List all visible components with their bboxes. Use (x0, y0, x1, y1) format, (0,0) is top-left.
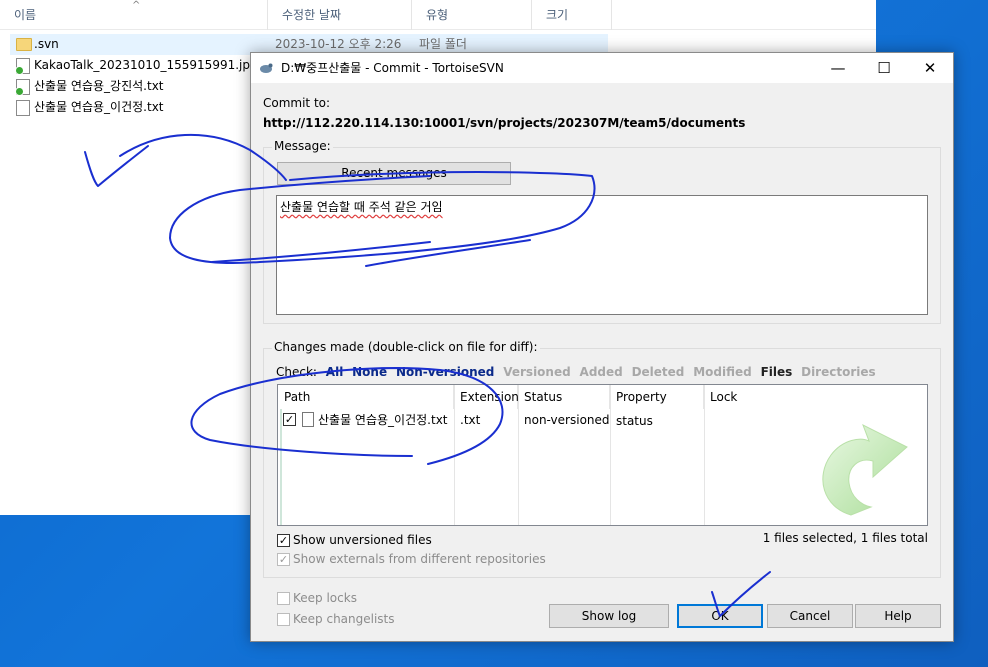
show-externals-label: Show externals from different repositori… (293, 552, 546, 566)
list-cell-extension: .txt (460, 413, 481, 427)
tree-guide-line (280, 409, 282, 525)
check-all-link[interactable]: All (326, 365, 344, 379)
list-header-path[interactable]: Path (278, 385, 454, 409)
list-header-status[interactable]: Status (518, 385, 610, 409)
list-header-property-status[interactable]: Property status (610, 385, 704, 428)
text-file-icon (16, 100, 30, 116)
file-name: 산출물 연습용_강진석.txt (34, 79, 164, 93)
repository-url: http://112.220.114.130:10001/svn/project… (263, 116, 746, 130)
commit-arrow-watermark-icon (822, 423, 908, 516)
commit-message-input[interactable]: 산출물 연습할 때 주석 같은 거임 (276, 195, 928, 315)
column-divider (454, 385, 455, 525)
svn-normal-text-icon (15, 79, 30, 96)
column-divider (704, 385, 705, 525)
tortoisesvn-icon (260, 63, 273, 73)
check-non-versioned-link[interactable]: Non-versioned (396, 365, 494, 379)
show-unversioned-label: Show unversioned files (293, 533, 432, 547)
keep-locks-checkbox[interactable] (277, 592, 290, 605)
selection-summary: 1 files selected, 1 files total (762, 531, 928, 545)
folder-icon (16, 38, 32, 51)
close-button[interactable]: ✕ (907, 53, 953, 83)
changes-group-label: Changes made (double-click on file for d… (272, 340, 540, 354)
column-name-label: 이름 (14, 8, 37, 22)
check-filter-bar: Check: All None Non-versioned Versioned … (276, 365, 881, 379)
text-file-icon (302, 412, 314, 427)
check-deleted-link[interactable]: Deleted (632, 365, 685, 379)
check-none-link[interactable]: None (352, 365, 387, 379)
file-name: .svn (34, 37, 59, 51)
list-cell-status: non-versioned (524, 413, 610, 427)
list-cell-path[interactable]: 산출물 연습용_이건정.txt (318, 409, 448, 431)
changed-files-list[interactable]: Path Extension Status Property status Lo… (277, 384, 928, 526)
ok-button[interactable]: OK (677, 604, 763, 628)
column-divider (518, 385, 519, 525)
recent-messages-button[interactable]: Recent messages (277, 162, 511, 185)
svn-normal-image-icon (15, 58, 30, 75)
check-label: Check: (276, 365, 317, 379)
check-directories-link[interactable]: Directories (801, 365, 876, 379)
commit-message-text: 산출물 연습할 때 주석 같은 거임 (280, 200, 443, 214)
show-log-button[interactable]: Show log (549, 604, 669, 628)
show-externals-checkbox[interactable]: ✓ (277, 553, 290, 566)
keep-locks-label: Keep locks (293, 591, 357, 605)
dialog-title: D:₩중프산출물 - Commit - TortoiseSVN (281, 61, 504, 75)
show-unversioned-checkbox[interactable]: ✓ (277, 534, 290, 547)
file-row-checkbox[interactable]: ✓ (283, 413, 296, 426)
minimize-button[interactable]: — (815, 53, 861, 83)
file-name: 산출물 연습용_이건정.txt (34, 100, 164, 114)
column-divider (610, 385, 611, 525)
commit-to-label: Commit to: (263, 96, 331, 110)
keep-changelists-checkbox[interactable] (277, 613, 290, 626)
check-added-link[interactable]: Added (580, 365, 623, 379)
svn-commit-dialog: D:₩중프산출물 - Commit - TortoiseSVN — ☐ ✕ Co… (250, 52, 954, 642)
column-type-label: 유형 (426, 8, 449, 22)
check-modified-link[interactable]: Modified (693, 365, 752, 379)
explorer-column-header: 이름 ^ 수정한 날짜 유형 크기 (0, 0, 876, 30)
column-size-label: 크기 (546, 8, 569, 22)
list-header-extension[interactable]: Extension (454, 385, 519, 409)
column-header-type[interactable]: 유형 (412, 0, 532, 30)
list-header-lock[interactable]: Lock (704, 385, 927, 409)
dialog-titlebar[interactable]: D:₩중프산출물 - Commit - TortoiseSVN — ☐ ✕ (251, 53, 953, 83)
keep-changelists-label: Keep changelists (293, 612, 395, 626)
cancel-button[interactable]: Cancel (767, 604, 853, 628)
column-header-date[interactable]: 수정한 날짜 (268, 0, 412, 30)
column-header-size[interactable]: 크기 (532, 0, 612, 30)
sort-ascending-icon: ^ (132, 0, 141, 11)
file-name: KakaoTalk_20231010_155915991.jpg (34, 58, 258, 72)
message-group-label: Message: (272, 139, 333, 153)
check-versioned-link[interactable]: Versioned (503, 365, 570, 379)
maximize-button[interactable]: ☐ (861, 53, 907, 83)
help-button[interactable]: Help (855, 604, 941, 628)
column-date-label: 수정한 날짜 (282, 8, 342, 22)
check-files-link[interactable]: Files (761, 365, 793, 379)
